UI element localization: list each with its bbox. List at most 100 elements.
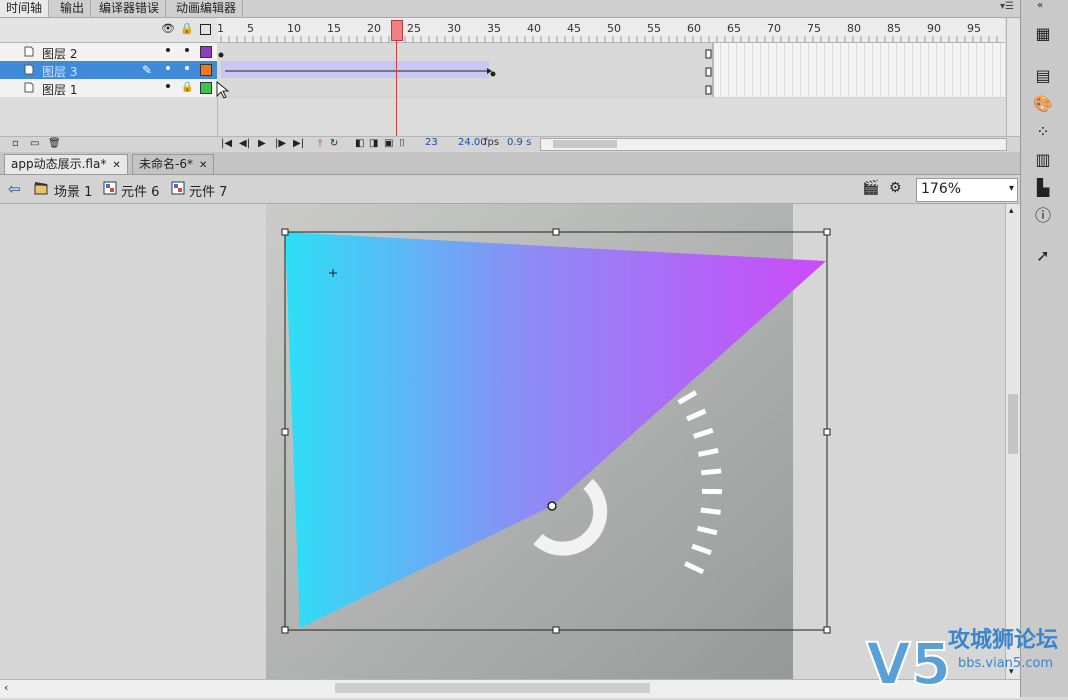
outline-icon[interactable] — [200, 24, 211, 35]
breadcrumb-scene[interactable]: 场景 1 — [54, 181, 92, 200]
gauge-tick — [701, 510, 721, 512]
chevron-up-icon[interactable]: ▴ — [1009, 206, 1014, 216]
chevron-left-icon[interactable]: ‹ — [4, 681, 8, 694]
stage-area[interactable] — [0, 204, 1005, 679]
play-icon[interactable]: ▶ — [258, 138, 266, 149]
swatches-icon[interactable]: ⁘ — [1033, 122, 1053, 142]
watermark-url: bbs.vian5.com — [958, 656, 1053, 671]
keyframe-markers — [217, 43, 1005, 97]
layer-color-swatch[interactable] — [200, 82, 212, 94]
layer-row[interactable]: 图层 1 🔒 — [0, 79, 217, 98]
new-folder-icon[interactable]: ▭ — [30, 138, 39, 149]
frames-grid[interactable] — [217, 43, 1005, 97]
layer-color-swatch[interactable] — [200, 46, 212, 58]
breadcrumb: ⇦ 场景 1 元件 6 元件 7 🎬 ⚙ 176% ▾ — [0, 175, 1020, 204]
step-back-icon[interactable]: ◀| — [239, 138, 250, 149]
last-frame-icon[interactable]: ▶| — [293, 138, 304, 149]
zoom-select[interactable]: 176% ▾ — [916, 178, 1018, 202]
timeline-vertical-scrollbar[interactable] — [1006, 18, 1020, 136]
watermark: V5 攻城狮论坛 bbs.vian5.com — [862, 620, 1068, 697]
onion-markers-icon[interactable]: ⌷ — [399, 138, 405, 149]
align-icon[interactable]: ▦ — [1033, 24, 1053, 44]
ruler-label: 45 — [567, 22, 581, 35]
onion-outline-icon[interactable]: ◨ — [369, 138, 378, 149]
new-layer-icon[interactable]: ▫ — [12, 138, 19, 149]
ruler-label: 90 — [927, 22, 941, 35]
stage-canvas — [0, 204, 1005, 679]
edit-multiple-icon[interactable]: ▣ — [384, 138, 393, 149]
timeline-controls: ▫ ▭ 🗑 |◀ ◀| ▶ |▶ ▶| ⫯ ↻ ◧ ◨ ▣ ⌷ 23 24.00… — [0, 136, 1020, 151]
close-icon[interactable]: ✕ — [199, 160, 207, 171]
layer-color-swatch[interactable] — [200, 64, 212, 76]
loop-icon[interactable]: ↻ — [330, 138, 338, 149]
delete-icon[interactable]: 🗑 — [48, 138, 61, 149]
playhead-handle[interactable] — [391, 20, 403, 41]
current-frame[interactable]: 23 — [425, 137, 438, 148]
stage-vertical-scrollbar[interactable]: ▴ ▾ — [1005, 204, 1021, 679]
playhead-line — [396, 40, 397, 136]
step-forward-icon[interactable]: |▶ — [275, 138, 286, 149]
lock-icon[interactable]: 🔒 — [181, 82, 193, 93]
eye-icon[interactable]: 👁 — [161, 23, 173, 35]
ruler-label: 70 — [767, 22, 781, 35]
timeline-horizontal-scrollbar[interactable] — [540, 138, 1007, 151]
center-frame-icon[interactable]: ⫯ — [318, 138, 322, 149]
breadcrumb-symbol[interactable]: 元件 7 — [189, 181, 227, 200]
frame-rate[interactable]: 24.00 — [458, 137, 487, 148]
document-tabs: app动态展示.fla*✕ 未命名-6* ✕ — [0, 152, 1020, 175]
transform-icon[interactable]: ➚ — [1033, 246, 1053, 266]
ruler-label: 85 — [887, 22, 901, 35]
lock-dot[interactable] — [185, 48, 189, 52]
visibility-dot[interactable] — [166, 48, 170, 52]
tab-output[interactable]: 输出 — [54, 0, 91, 17]
library-icon[interactable]: ▤ — [1033, 66, 1053, 86]
tab-timeline[interactable]: 时间轴 — [0, 0, 49, 17]
ruler-label: 1 — [217, 22, 224, 35]
timeline-panel: 👁 🔒 图层 2 图层 3 ✎ 图层 1 🔒 — [0, 18, 1020, 150]
layer-row[interactable]: 图层 2 — [0, 43, 217, 62]
doc-tab-active[interactable]: app动态展示.fla*✕ — [4, 154, 128, 174]
doc-tab[interactable]: 未命名-6* ✕ — [132, 154, 214, 174]
symbol-icon — [171, 181, 185, 195]
chevron-down-icon[interactable]: ▾ — [1009, 183, 1014, 194]
onion-skin-icon[interactable]: ◧ — [355, 138, 364, 149]
first-frame-icon[interactable]: |◀ — [221, 138, 232, 149]
info-icon[interactable]: ⓘ — [1033, 206, 1053, 226]
doc-tab-label: 未命名-6* — [139, 157, 193, 171]
ruler-label: 50 — [607, 22, 621, 35]
tab-compiler-errors[interactable]: 编译器错误 — [93, 0, 166, 17]
back-arrow-icon[interactable]: ⇦ — [8, 180, 21, 198]
edit-symbol-icon[interactable]: ⚙ — [889, 180, 902, 196]
ruler-label: 20 — [367, 22, 381, 35]
expand-icon[interactable]: « — [1037, 0, 1043, 11]
tab-motion-editor[interactable]: 动画编辑器 — [170, 0, 243, 17]
panel-menu-icon[interactable]: ▾☰ — [1000, 1, 1014, 12]
color-icon[interactable]: 🎨 — [1033, 94, 1053, 114]
ruler-label: 40 — [527, 22, 541, 35]
layer-row-selected[interactable]: 图层 3 ✎ — [0, 61, 217, 80]
transform-point[interactable] — [548, 502, 556, 510]
mouse-cursor-icon — [215, 81, 231, 99]
scroll-thumb[interactable] — [553, 140, 617, 148]
ruler-label: 15 — [327, 22, 341, 35]
visibility-dot[interactable] — [166, 84, 170, 88]
history-icon[interactable]: ▙ — [1033, 178, 1053, 198]
layer-icon — [24, 64, 34, 75]
scene-icon — [34, 181, 48, 195]
edit-scene-icon[interactable]: 🎬 — [862, 180, 879, 196]
ruler-label: 60 — [687, 22, 701, 35]
frame-ruler[interactable]: 1 5 10 15 20 25 30 35 40 45 50 55 60 65 … — [217, 18, 1005, 43]
scroll-thumb[interactable] — [1008, 394, 1018, 454]
layer-name: 图层 2 — [42, 45, 77, 62]
watermark-brand: V5 — [866, 630, 951, 697]
symbol-icon — [103, 181, 117, 195]
breadcrumb-symbol[interactable]: 元件 6 — [121, 181, 159, 200]
layer-icon — [24, 46, 34, 57]
components-icon[interactable]: ▥ — [1033, 150, 1053, 170]
close-icon[interactable]: ✕ — [112, 160, 120, 171]
visibility-dot[interactable] — [166, 66, 170, 70]
layer-name: 图层 1 — [42, 81, 77, 98]
scroll-thumb[interactable] — [335, 683, 650, 693]
lock-icon[interactable]: 🔒 — [180, 23, 192, 35]
lock-dot[interactable] — [185, 66, 189, 70]
